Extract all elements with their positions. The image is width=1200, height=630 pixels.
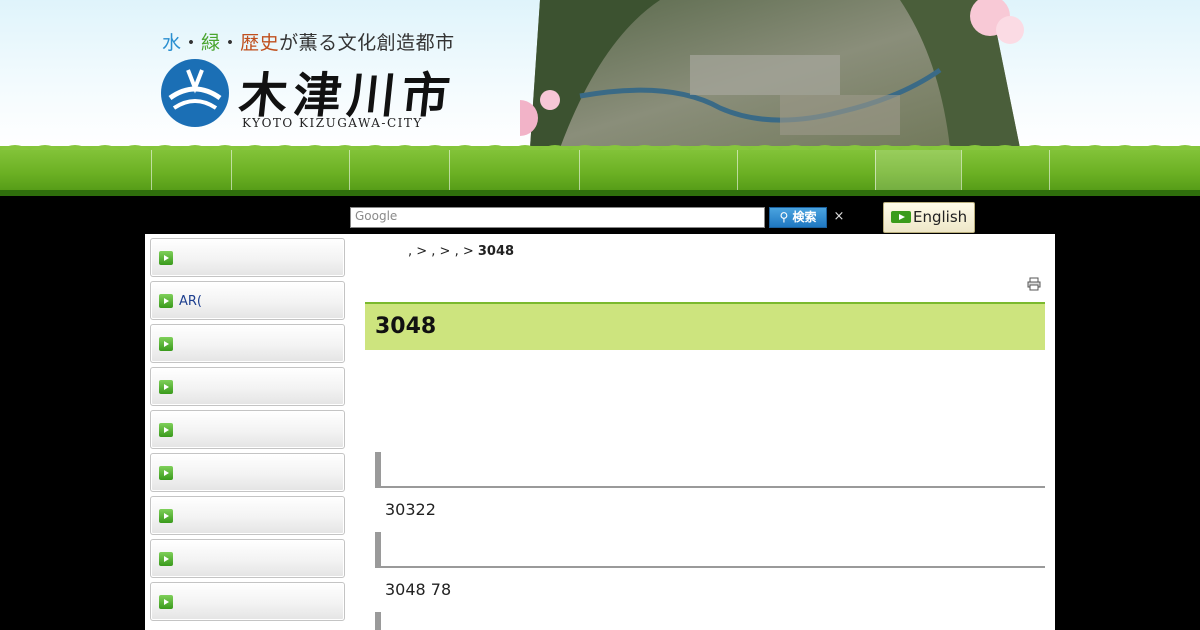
section-heading: [375, 452, 1045, 488]
arrow-right-icon: [159, 509, 173, 523]
arrow-right-icon: [159, 466, 173, 480]
english-language-button[interactable]: English: [883, 202, 975, 233]
nav-item-1[interactable]: [151, 150, 231, 192]
main-content-area: AR( , > , > , > 3048 3048 30322 3048 78: [145, 234, 1055, 630]
global-nav-bar: [0, 145, 1200, 196]
go-arrow-icon: [891, 211, 911, 223]
search-clear-button[interactable]: ×: [832, 207, 846, 228]
city-emblem-icon[interactable]: [160, 58, 230, 128]
sidebar-item[interactable]: [150, 496, 345, 535]
arrow-right-icon: [159, 380, 173, 394]
nav-item-6[interactable]: [737, 150, 875, 192]
section-text: 30322: [385, 500, 436, 519]
nav-item-4[interactable]: [449, 150, 579, 192]
sidebar-item[interactable]: [150, 367, 345, 406]
breadcrumb: , > , > , > 3048: [408, 244, 514, 259]
arrow-right-icon: [159, 423, 173, 437]
section-text: 3048 78: [385, 580, 452, 599]
page-title: 3048: [375, 314, 437, 339]
nav-item-8[interactable]: [961, 150, 1050, 192]
sidebar-menu: AR(: [150, 238, 345, 625]
sidebar-item[interactable]: [150, 582, 345, 621]
nav-item-3[interactable]: [349, 150, 449, 192]
page-title-box: 3048: [365, 302, 1045, 350]
site-tagline: 水・緑・歴史が薫る文化創造都市: [162, 32, 455, 54]
arrow-right-icon: [159, 294, 173, 308]
arrow-right-icon: [159, 552, 173, 566]
breadcrumb-links[interactable]: , > , > , >: [408, 244, 478, 259]
sidebar-item[interactable]: [150, 410, 345, 449]
search-icon: ⚲: [779, 210, 793, 224]
section-heading: [375, 612, 1045, 630]
sidebar-item[interactable]: [150, 453, 345, 492]
aerial-photo-image: [520, 0, 1024, 148]
nav-item-5[interactable]: [579, 150, 737, 192]
sidebar-item[interactable]: [150, 539, 345, 578]
arrow-right-icon: [159, 595, 173, 609]
nav-item-7[interactable]: [875, 150, 961, 192]
nav-bottom-border: [0, 190, 1200, 196]
sidebar-item[interactable]: [150, 238, 345, 277]
nav-wave-decoration: [0, 145, 1200, 150]
sidebar-item[interactable]: [150, 324, 345, 363]
site-header: 水・緑・歴史が薫る文化創造都市 木津川市 KYOTO KIZUGAWA-CITY: [0, 0, 1200, 148]
arrow-right-icon: [159, 337, 173, 351]
search-input[interactable]: Google: [350, 207, 765, 228]
sidebar-item[interactable]: AR(: [150, 281, 345, 320]
breadcrumb-current: 3048: [477, 244, 515, 259]
city-name-english: KYOTO KIZUGAWA-CITY: [242, 116, 423, 130]
nav-item-2[interactable]: [231, 150, 349, 192]
arrow-right-icon: [159, 251, 173, 265]
section-heading: [375, 532, 1045, 568]
search-button[interactable]: ⚲ 検索: [769, 207, 827, 228]
print-icon[interactable]: [1027, 277, 1041, 291]
